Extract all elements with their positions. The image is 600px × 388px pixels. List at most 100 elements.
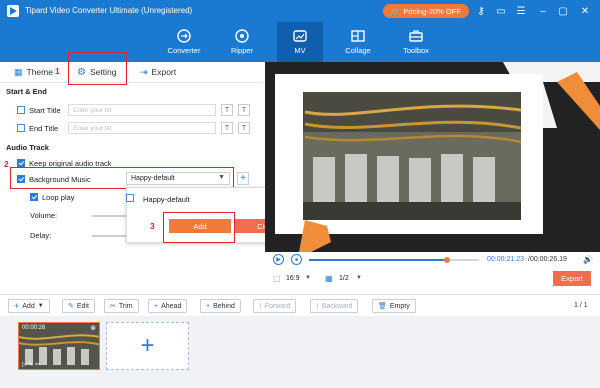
progress-track[interactable] xyxy=(309,259,479,261)
start-title-label: Start Title xyxy=(29,106,61,115)
clip-controls-icon[interactable]: ▷ ✎ ✂ xyxy=(22,361,40,368)
clip-duration: 00:00:26 xyxy=(22,325,46,331)
tab-export[interactable]: ⇥ Export xyxy=(140,62,176,82)
button-label: Ahead xyxy=(161,302,182,310)
maximize-icon[interactable]: ▢ xyxy=(556,4,570,18)
section-audio-track: Audio Track xyxy=(6,143,49,152)
plus-icon: + xyxy=(154,302,159,310)
delay-slider[interactable] xyxy=(92,235,126,237)
tab-label: Theme xyxy=(26,67,53,77)
button-label: Edit xyxy=(76,302,89,310)
minimize-icon[interactable]: – xyxy=(536,4,550,18)
chevron-down-icon[interactable]: ▼ xyxy=(305,275,311,281)
backward-button[interactable]: ⟩ Backward xyxy=(310,299,359,313)
forward-button[interactable]: ⟨ Forward xyxy=(253,299,297,313)
total-time: /00:00:26.19 xyxy=(528,256,567,263)
key-icon[interactable]: ⚷ xyxy=(474,4,488,18)
add-music-button[interactable]: + xyxy=(237,172,249,185)
tab-divider xyxy=(0,82,263,83)
pricing-label: Pricing-20% OFF xyxy=(403,6,461,16)
clip-thumbnail[interactable]: 00:00:26 ⊗ ▷ ✎ ✂ xyxy=(18,322,100,370)
start-title-input[interactable]: Enter your txt xyxy=(68,104,216,116)
toolbox-icon xyxy=(409,30,423,42)
chevron-down-icon[interactable]: ▼ xyxy=(356,275,362,281)
divider xyxy=(0,294,600,295)
app-title: Tipard Video Converter Ultimate (Unregis… xyxy=(25,6,193,15)
trim-button[interactable]: ✂ Trim xyxy=(104,299,139,313)
end-title-input[interactable]: Enter your txt xyxy=(68,122,216,134)
plus-icon: + xyxy=(140,332,155,359)
button-label: Empty xyxy=(389,302,410,310)
annotation-box xyxy=(163,212,235,243)
popup-option[interactable]: Happy-default xyxy=(143,195,190,204)
scale-icon: ▦ xyxy=(325,274,333,283)
stop-icon[interactable]: ■ xyxy=(291,254,302,265)
ahead-button[interactable]: + Ahead xyxy=(148,299,188,313)
cart-icon: 🛒 xyxy=(391,6,401,16)
collage-icon xyxy=(351,30,365,42)
nav-ripper[interactable]: Ripper xyxy=(219,22,265,62)
button-label: Add xyxy=(22,302,35,310)
nav-collage[interactable]: Collage xyxy=(335,22,381,62)
aspect-ratio[interactable]: 16:9 xyxy=(286,275,300,282)
play-icon[interactable]: ▶ xyxy=(273,254,284,265)
nav-toolbox[interactable]: Toolbox xyxy=(393,22,439,62)
theme-icon: ▦ xyxy=(14,66,23,77)
empty-button[interactable]: 🗑 Empty xyxy=(372,299,416,313)
popup-checkbox[interactable] xyxy=(126,194,134,202)
clip-strip: 00:00:26 ⊗ ▷ ✎ ✂ + xyxy=(0,316,600,388)
progress-handle[interactable] xyxy=(443,257,450,263)
backward-icon: ⟩ xyxy=(316,303,319,310)
nav-label: Collage xyxy=(345,46,371,55)
end-title-font-button[interactable]: T xyxy=(221,122,233,134)
close-icon[interactable]: ✕ xyxy=(578,4,592,18)
mv-icon xyxy=(293,30,307,42)
end-title-style-button[interactable]: T xyxy=(238,122,250,134)
annotation-number: 2 xyxy=(4,159,9,169)
tab-label: Export xyxy=(151,67,177,77)
close-icon[interactable]: ⊗ xyxy=(90,324,96,332)
nav-label: MV xyxy=(294,46,306,55)
nav-label: Toolbox xyxy=(403,46,429,55)
annotation-number: 3 xyxy=(150,221,155,231)
player-controls: ▶ ■ 00:00:21.23 /00:00:26.19 🔊 ⬚ 16:9 ▼ … xyxy=(265,252,600,292)
scale-value[interactable]: 1/2 xyxy=(339,275,349,282)
tab-theme[interactable]: ▦ Theme xyxy=(14,62,53,82)
volume-icon[interactable]: 🔊 xyxy=(583,255,593,264)
edit-button[interactable]: ✎ Edit xyxy=(62,299,95,313)
start-title-font-button[interactable]: T xyxy=(221,104,233,116)
end-title-checkbox[interactable] xyxy=(17,124,25,132)
button-label: Trim xyxy=(118,302,133,310)
add-clip-button[interactable]: + Add ▼ xyxy=(8,299,50,313)
nav-label: Ripper xyxy=(230,46,254,55)
volume-slider[interactable] xyxy=(92,215,126,217)
section-start-end: Start & End xyxy=(6,87,47,96)
start-title-style-button[interactable]: T xyxy=(238,104,250,116)
add-clip-placeholder[interactable]: + xyxy=(106,322,189,370)
scissors-icon: ✂ xyxy=(110,303,116,310)
video-preview[interactable] xyxy=(265,62,600,252)
music-select-value: Happy-default xyxy=(131,175,175,182)
pricing-button[interactable]: 🛒 Pricing-20% OFF xyxy=(383,4,469,18)
behind-button[interactable]: + Behind xyxy=(200,299,241,313)
edit-icon: ✎ xyxy=(68,303,74,310)
nav-mv[interactable]: MV xyxy=(277,22,323,62)
background-music-label: Background Music xyxy=(29,175,91,184)
loop-play-checkbox[interactable] xyxy=(30,193,38,201)
converter-icon xyxy=(177,29,191,43)
menu-icon[interactable]: ☰ xyxy=(514,4,528,18)
loop-play-label: Loop play xyxy=(42,193,75,202)
start-title-checkbox[interactable] xyxy=(17,106,25,114)
chat-icon[interactable]: ▭ xyxy=(494,4,508,18)
end-title-label: End Title xyxy=(29,124,59,133)
progress-fill xyxy=(309,259,447,261)
annotation-number: 1 xyxy=(55,66,60,76)
music-select[interactable]: Happy-default ▼ xyxy=(126,172,230,185)
background-music-checkbox[interactable] xyxy=(17,175,25,183)
ripper-icon xyxy=(235,29,249,43)
nav-converter[interactable]: Converter xyxy=(161,22,207,62)
export-icon: ⇥ xyxy=(140,66,148,77)
annotation-box xyxy=(68,52,127,85)
keep-original-checkbox[interactable] xyxy=(17,159,25,167)
export-button[interactable]: Export xyxy=(553,271,591,286)
